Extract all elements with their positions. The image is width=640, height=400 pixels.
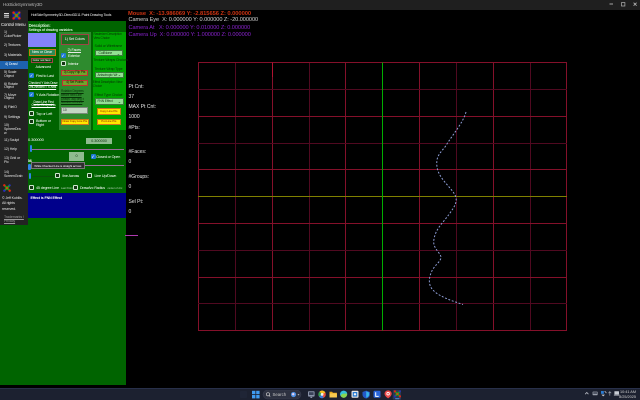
svg-text:Search: Search [273,392,287,397]
